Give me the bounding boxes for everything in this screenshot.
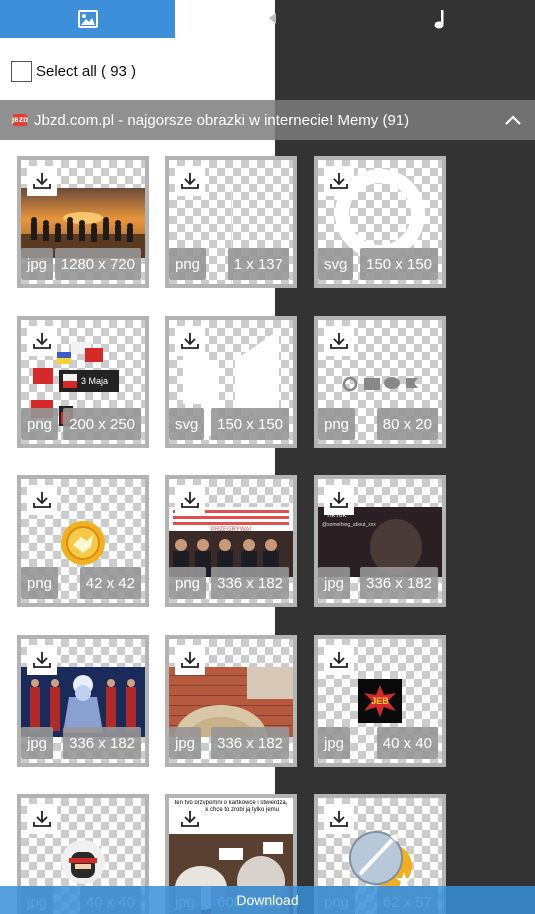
tab-videos[interactable] bbox=[175, 0, 355, 38]
select-all-row[interactable]: Select all ( 93 ) bbox=[11, 61, 136, 82]
download-icon bbox=[33, 333, 51, 349]
dimensions-badge: 336 x 182 bbox=[211, 727, 289, 759]
select-all-checkbox[interactable] bbox=[11, 61, 32, 82]
download-image-button[interactable] bbox=[175, 485, 205, 515]
dimensions-badge: 1280 x 720 bbox=[54, 248, 141, 280]
image-tile[interactable]: 3 Maja png 200 x 250 bbox=[17, 316, 149, 448]
image-tile[interactable]: JEB jpg 40 x 40 bbox=[314, 635, 446, 767]
download-image-button[interactable] bbox=[324, 645, 354, 675]
download-icon bbox=[33, 652, 51, 668]
image-tile[interactable]: png 80 x 20 bbox=[314, 316, 446, 448]
svg-text:JEB: JEB bbox=[371, 696, 389, 706]
download-icon bbox=[181, 492, 199, 508]
image-tile[interactable]: png 42 x 42 bbox=[17, 475, 149, 607]
download-image-button[interactable] bbox=[175, 326, 205, 356]
download-icon bbox=[181, 811, 199, 827]
download-icon bbox=[181, 173, 199, 189]
image-tile[interactable]: svg 150 x 150 bbox=[314, 156, 446, 288]
dimensions-badge: 150 x 150 bbox=[211, 408, 289, 440]
image-tile[interactable]: jpg 1280 x 720 bbox=[17, 156, 149, 288]
file-type-badge: svg bbox=[318, 248, 354, 280]
file-type-badge: png bbox=[169, 567, 207, 599]
download-image-button[interactable] bbox=[324, 166, 354, 196]
download-icon bbox=[33, 173, 51, 189]
chevron-up-icon bbox=[505, 114, 521, 125]
site-favicon-icon: JBZD bbox=[12, 114, 28, 126]
download-image-button[interactable] bbox=[27, 326, 57, 356]
download-icon bbox=[181, 333, 199, 349]
tab-images[interactable] bbox=[0, 0, 175, 38]
file-type-badge: png bbox=[21, 408, 59, 440]
download-icon bbox=[330, 811, 348, 827]
file-type-badge: png bbox=[21, 567, 59, 599]
dimensions-badge: 80 x 20 bbox=[376, 408, 438, 440]
dimensions-badge: 40 x 40 bbox=[376, 727, 438, 759]
file-type-badge: png bbox=[318, 408, 356, 440]
download-image-button[interactable] bbox=[175, 645, 205, 675]
download-image-button[interactable] bbox=[175, 166, 205, 196]
file-type-badge: jpg bbox=[21, 727, 54, 759]
file-type-badge: svg bbox=[169, 408, 205, 440]
file-type-badge: png bbox=[169, 248, 207, 280]
media-type-tabs bbox=[0, 0, 535, 38]
download-button-label: Download bbox=[236, 892, 299, 908]
download-icon bbox=[33, 492, 51, 508]
video-icon bbox=[250, 10, 276, 27]
image-tile[interactable]: TikTok @something_about_xxx jpg 336 x 182 bbox=[314, 475, 446, 607]
dimensions-badge: 336 x 182 bbox=[360, 567, 438, 599]
dimensions-badge: 200 x 250 bbox=[63, 408, 141, 440]
download-icon bbox=[330, 492, 348, 508]
image-tile[interactable]: jpg 336 x 182 bbox=[17, 635, 149, 767]
dimensions-badge: 42 x 42 bbox=[79, 567, 141, 599]
download-image-button[interactable] bbox=[175, 804, 205, 834]
download-image-button[interactable] bbox=[27, 166, 57, 196]
download-icon bbox=[181, 652, 199, 668]
download-image-button[interactable] bbox=[324, 485, 354, 515]
file-type-badge: jpg bbox=[169, 727, 202, 759]
image-tile[interactable]: png 1 x 137 bbox=[165, 156, 297, 288]
dimensions-badge: 336 x 182 bbox=[211, 567, 289, 599]
dimensions-badge: 1 x 137 bbox=[227, 248, 289, 280]
image-tile[interactable]: svg 150 x 150 bbox=[165, 316, 297, 448]
dimensions-badge: 336 x 182 bbox=[63, 727, 141, 759]
select-all-label: Select all ( 93 ) bbox=[36, 63, 137, 80]
tab-audio[interactable] bbox=[355, 0, 535, 38]
download-image-button[interactable] bbox=[324, 326, 354, 356]
file-type-badge: jpg bbox=[21, 248, 54, 280]
download-image-button[interactable] bbox=[27, 645, 57, 675]
music-note-icon bbox=[434, 10, 444, 29]
download-icon bbox=[33, 811, 51, 827]
group-title: Jbzd.com.pl - najgorsze obrazki w intern… bbox=[34, 111, 410, 129]
group-header[interactable]: JBZD Jbzd.com.pl - najgorsze obrazki w i… bbox=[0, 100, 535, 140]
download-image-button[interactable] bbox=[324, 804, 354, 834]
image-tile[interactable]: jpg 336 x 182 bbox=[165, 635, 297, 767]
download-icon bbox=[330, 652, 348, 668]
download-image-button[interactable] bbox=[27, 485, 57, 515]
download-icon bbox=[330, 173, 348, 189]
svg-text:@something_about_xxx: @something_about_xxx bbox=[322, 522, 376, 528]
svg-text:3 Maja: 3 Maja bbox=[81, 376, 108, 386]
dimensions-badge: 150 x 150 bbox=[360, 248, 438, 280]
file-type-badge: jpg bbox=[318, 727, 351, 759]
file-type-badge: jpg bbox=[318, 567, 351, 599]
download-button[interactable]: Download bbox=[0, 886, 535, 914]
download-icon bbox=[330, 333, 348, 349]
collapse-button[interactable] bbox=[491, 100, 535, 140]
image-tile[interactable]: PRZEGRYWA! png 336 x 182 bbox=[165, 475, 297, 607]
image-icon bbox=[77, 10, 98, 28]
download-image-button[interactable] bbox=[27, 804, 57, 834]
